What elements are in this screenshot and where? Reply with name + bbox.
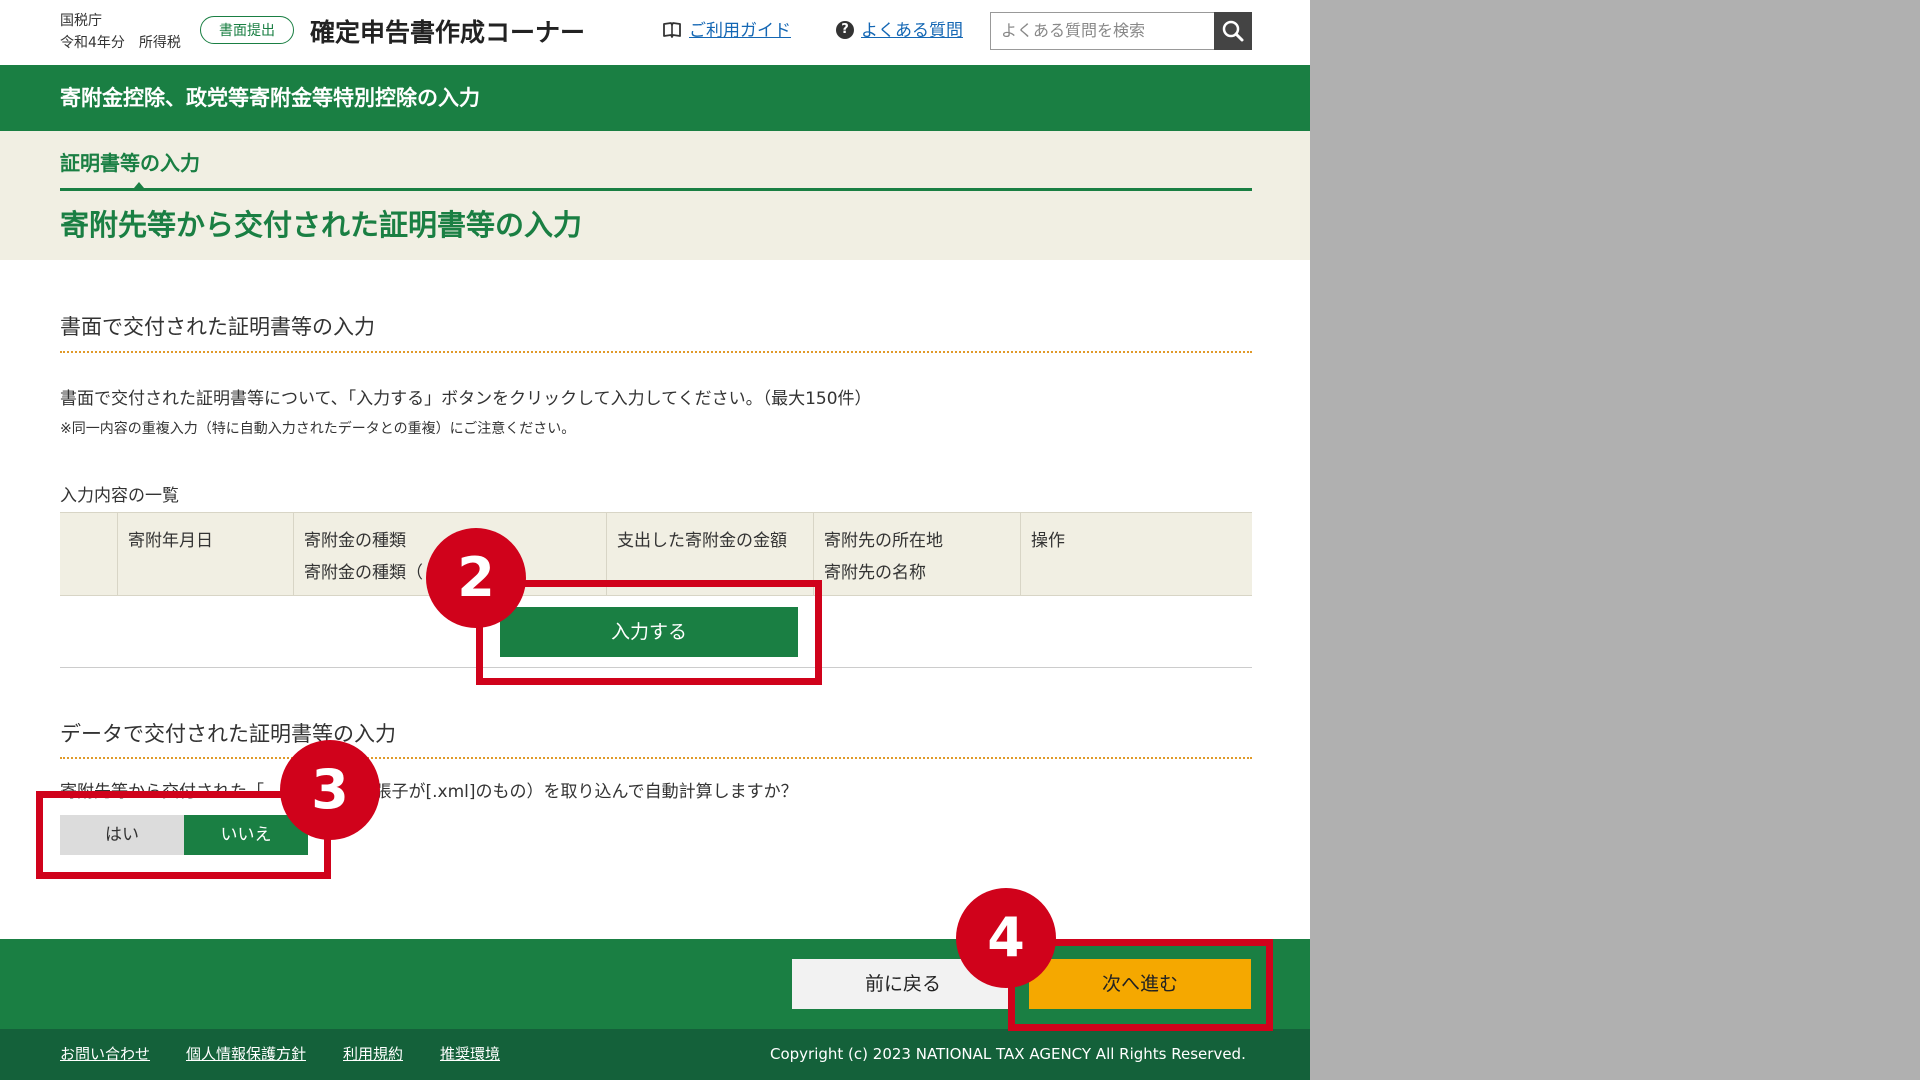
column-header-line: 寄附先の名称	[824, 563, 926, 583]
book-icon	[663, 22, 681, 38]
question-icon: ?	[836, 21, 854, 39]
section-divider	[60, 351, 1252, 353]
deduction-title: 寄附金控除、政党等寄附金等特別控除の入力	[60, 86, 480, 110]
step4-marker: 4	[956, 888, 1056, 988]
faq-link[interactable]: よくある質問	[861, 18, 963, 44]
column-header-recipient: 寄附先の所在地 寄附先の名称	[813, 512, 1021, 596]
column-header-actions: 操作	[1020, 512, 1252, 596]
column-header-date: 寄附年月日	[117, 512, 294, 596]
copyright-text: Copyright (c) 2023 NATIONAL TAX AGENCY A…	[770, 1045, 1246, 1063]
page-title: 寄附先等から交付された証明書等の入力	[60, 208, 583, 242]
column-header-line: 操作	[1031, 531, 1065, 551]
step2-highlight-box	[476, 580, 822, 685]
step2-marker: 2	[426, 528, 526, 628]
tax-year: 令和4年分 所得税	[60, 35, 181, 51]
instruction-text: 書面で交付された証明書等について、「入力する」ボタンをクリックして入力してくださ…	[60, 389, 872, 409]
column-header-select	[60, 512, 118, 596]
column-header-line: 寄附先の所在地	[824, 531, 943, 551]
submission-mode-badge: 書面提出	[200, 16, 294, 44]
paper-section-heading: 書面で交付された証明書等の入力	[60, 315, 375, 339]
footer-link-terms[interactable]: 利用規約	[343, 1043, 403, 1065]
search-button[interactable]	[1214, 12, 1252, 50]
footer-link-privacy[interactable]: 個人情報保護方針	[186, 1043, 306, 1065]
app-page: 国税庁 令和4年分 所得税 書面提出 確定申告書作成コーナー ご利用ガイド ? …	[0, 0, 1310, 1080]
section-divider	[60, 757, 1252, 759]
step-pointer-icon	[134, 182, 144, 188]
faq-search-input[interactable]: よくある質問を検索	[990, 12, 1216, 50]
search-icon	[1222, 20, 1244, 42]
column-header-line: 支出した寄附金の金額	[617, 531, 787, 551]
footer-link-contact[interactable]: お問い合わせ	[60, 1043, 150, 1065]
list-caption: 入力内容の一覧	[60, 486, 179, 506]
agency-name: 国税庁	[60, 13, 102, 29]
footer-link-environment[interactable]: 推奨環境	[440, 1043, 500, 1065]
step3-marker: 3	[280, 740, 380, 840]
step-underline	[60, 188, 1252, 191]
step-label: 証明書等の入力	[60, 151, 200, 175]
column-header-line: 寄附年月日	[128, 531, 213, 551]
duplicate-warning-note: ※同一内容の重複入力（特に自動入力されたデータとの重複）にご注意ください。	[60, 421, 576, 437]
user-guide-link[interactable]: ご利用ガイド	[689, 18, 791, 44]
app-title: 確定申告書作成コーナー	[310, 18, 586, 47]
